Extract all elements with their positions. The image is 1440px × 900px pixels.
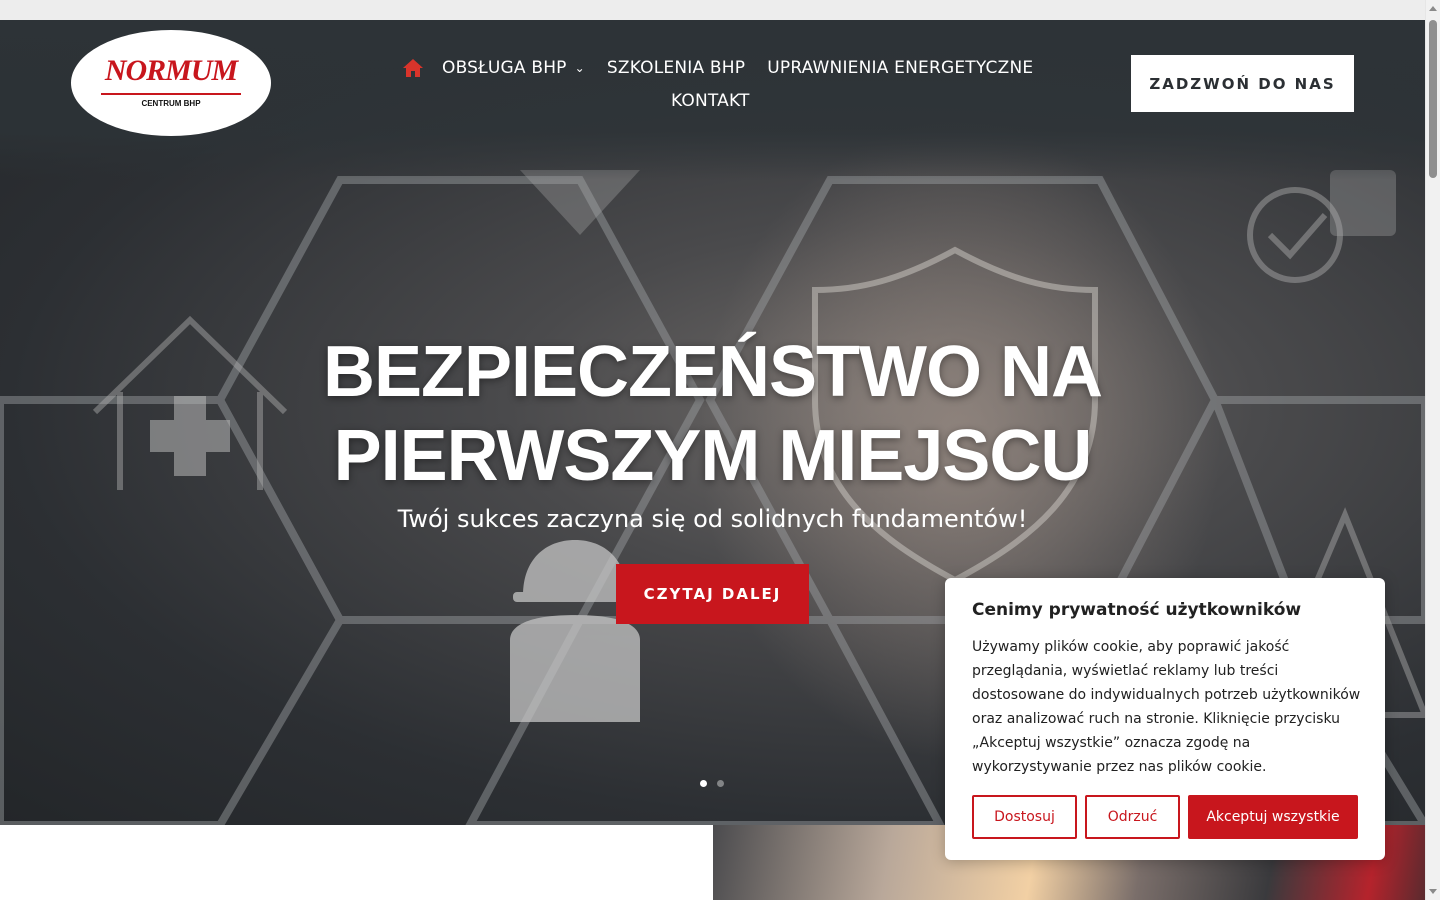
nav-row: OBSŁUGA BHP ⌄ SZKOLENIA BHP UPRAWNIENIA …: [400, 54, 1033, 82]
slider-dot-1[interactable]: [700, 780, 707, 787]
site-logo[interactable]: NORMUM CENTRUM BHP: [71, 30, 271, 136]
home-icon[interactable]: [402, 57, 424, 79]
scroll-down-icon[interactable]: [1429, 889, 1437, 894]
content-section-left: [0, 825, 713, 900]
accept-all-cookies-button[interactable]: Akceptuj wszystkie: [1188, 795, 1358, 839]
slider-pagination: [700, 780, 734, 787]
scrollbar-thumb[interactable]: [1429, 20, 1437, 178]
nav-item-label: OBSŁUGA BHP: [442, 58, 567, 78]
cookie-description: Używamy plików cookie, aby poprawić jako…: [972, 639, 1361, 775]
logo-wordmark: NORMUM: [104, 54, 238, 87]
scroll-up-icon[interactable]: [1429, 6, 1437, 11]
call-us-button[interactable]: ZADZWOŃ DO NAS: [1131, 55, 1354, 112]
hero-title: BEZPIECZEŃSTWO NA PIERWSZYM MIEJSCU: [200, 330, 1225, 498]
logo-underline: [101, 93, 241, 95]
nav-item-kontakt[interactable]: KONTAKT: [671, 91, 750, 111]
nav-item-obsluga-bhp[interactable]: OBSŁUGA BHP ⌄: [442, 58, 585, 78]
read-more-button[interactable]: CZYTAJ DALEJ: [616, 564, 809, 624]
customize-cookies-button[interactable]: Dostosuj: [972, 795, 1077, 839]
nav-item-szkolenia-bhp[interactable]: SZKOLENIA BHP: [607, 58, 745, 78]
cookie-title: Cenimy prywatność użytkowników: [972, 600, 1302, 620]
nav-item-uprawnienia-energetyczne[interactable]: UPRAWNIENIA ENERGETYCZNE: [767, 58, 1033, 78]
browser-top-strip: [0, 0, 1440, 20]
logo-subtitle: CENTRUM BHP: [141, 99, 201, 108]
hero-title-line: BEZPIECZEŃSTWO NA: [322, 332, 1103, 412]
hero-subtitle: Twój sukces zaczyna się od solidnych fun…: [397, 505, 1028, 533]
reject-cookies-button[interactable]: Odrzuć: [1085, 795, 1180, 839]
chevron-down-icon: ⌄: [574, 61, 585, 75]
cookie-consent-banner: Cenimy prywatność użytkowników Używamy p…: [945, 578, 1385, 860]
page-scrollbar[interactable]: [1425, 0, 1440, 900]
nav-row: KONTAKT: [671, 87, 750, 115]
hero-title-line: PIERWSZYM MIEJSCU: [333, 416, 1093, 496]
slider-dot-2[interactable]: [717, 780, 724, 787]
